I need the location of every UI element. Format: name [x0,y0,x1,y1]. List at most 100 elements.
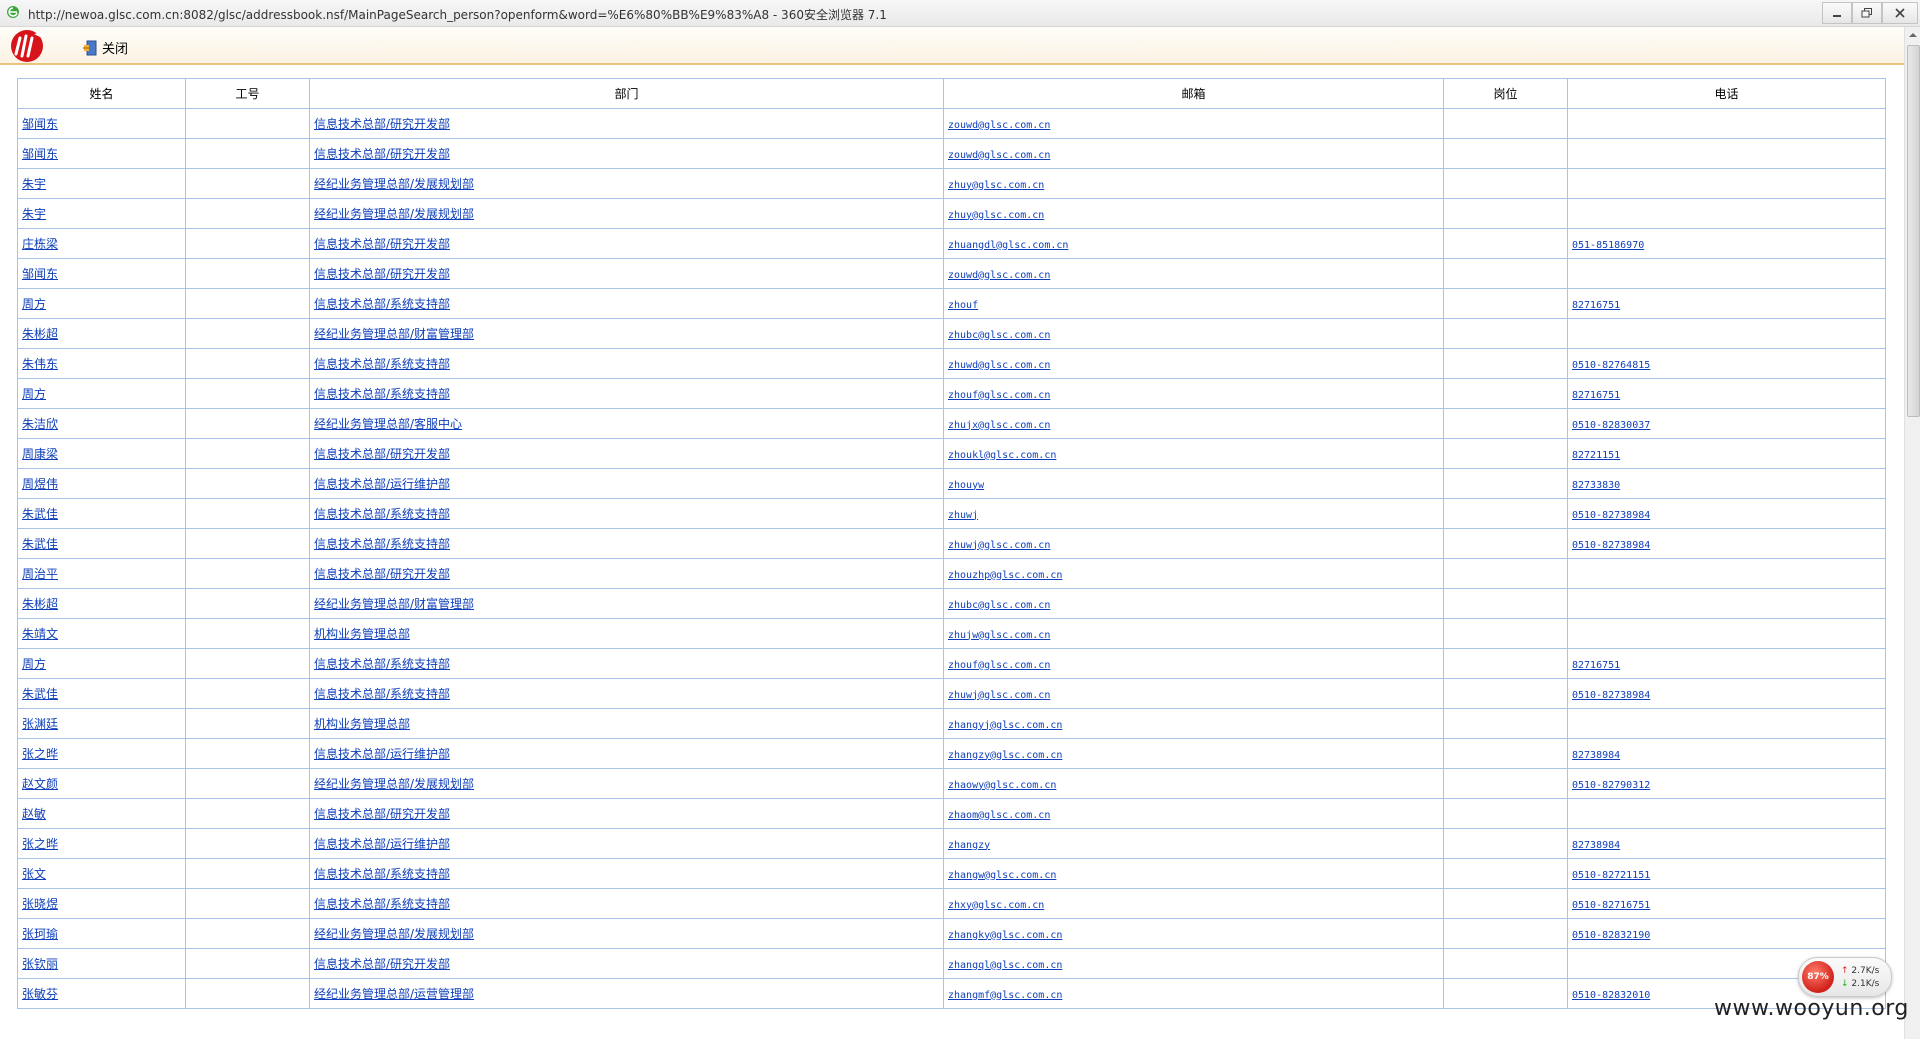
cell-name-link[interactable]: 朱彬超 [22,597,58,611]
cell-email-link[interactable]: zhuwj [948,510,978,521]
cell-email-link[interactable]: zhubc@glsc.com.cn [948,330,1050,341]
cell-phone-link[interactable]: 051-85186970 [1572,240,1644,251]
cell-department-link[interactable]: 信息技术总部/研究开发部 [314,447,450,461]
cell-email-link[interactable]: zhaom@glsc.com.cn [948,810,1050,821]
cell-email-link[interactable]: zhoukl@glsc.com.cn [948,450,1056,461]
cell-email-link[interactable]: zhouf [948,300,978,311]
cell-email-link[interactable]: zhouyw [948,480,984,491]
cell-phone-link[interactable]: 0510-82738984 [1572,510,1650,521]
cell-email-link[interactable]: zhuwj@glsc.com.cn [948,540,1050,551]
cell-email-link[interactable]: zhaowy@glsc.com.cn [948,780,1056,791]
cell-department-link[interactable]: 信息技术总部/系统支持部 [314,357,450,371]
cell-department-link[interactable]: 信息技术总部/系统支持部 [314,687,450,701]
cell-name-link[interactable]: 周方 [22,657,46,671]
close-page-button[interactable]: 关闭 [82,38,128,57]
cell-name-link[interactable]: 张晓煜 [22,897,58,911]
cell-name-link[interactable]: 邹闻东 [22,117,58,131]
cell-name-link[interactable]: 张文 [22,867,46,881]
minimize-button[interactable] [1822,2,1852,24]
cell-phone-link[interactable]: 0510-82832190 [1572,930,1650,941]
close-window-button[interactable] [1882,2,1918,24]
cell-department-link[interactable]: 信息技术总部/研究开发部 [314,147,450,161]
cell-name-link[interactable]: 朱彬超 [22,327,58,341]
cell-name-link[interactable]: 张敏芬 [22,987,58,1001]
cell-email-link[interactable]: zouwd@glsc.com.cn [948,150,1050,161]
cell-phone-link[interactable]: 82733830 [1572,480,1620,491]
cell-phone-link[interactable]: 0510-82738984 [1572,540,1650,551]
cell-department-link[interactable]: 经纪业务管理总部/运营管理部 [314,987,474,1001]
cell-department-link[interactable]: 经纪业务管理总部/财富管理部 [314,597,474,611]
cell-name-link[interactable]: 朱靖文 [22,627,58,641]
cell-name-link[interactable]: 赵敏 [22,807,46,821]
cell-name-link[interactable]: 朱武佳 [22,537,58,551]
cell-name-link[interactable]: 周治平 [22,567,58,581]
cell-phone-link[interactable]: 0510-82832010 [1572,990,1650,1001]
cell-phone-link[interactable]: 82716751 [1572,300,1620,311]
cell-department-link[interactable]: 信息技术总部/系统支持部 [314,387,450,401]
cell-phone-link[interactable]: 82721151 [1572,450,1620,461]
cell-phone-link[interactable]: 82716751 [1572,390,1620,401]
cell-department-link[interactable]: 信息技术总部/研究开发部 [314,567,450,581]
cell-department-link[interactable]: 信息技术总部/研究开发部 [314,957,450,971]
cell-email-link[interactable]: zhuwj@glsc.com.cn [948,690,1050,701]
cell-name-link[interactable]: 朱宇 [22,207,46,221]
cell-email-link[interactable]: zhangmf@glsc.com.cn [948,990,1062,1001]
cell-department-link[interactable]: 信息技术总部/运行维护部 [314,837,450,851]
cell-department-link[interactable]: 机构业务管理总部 [314,717,410,731]
cell-name-link[interactable]: 张钦丽 [22,957,58,971]
cell-name-link[interactable]: 赵文颜 [22,777,58,791]
cell-department-link[interactable]: 经纪业务管理总部/财富管理部 [314,327,474,341]
cell-department-link[interactable]: 信息技术总部/研究开发部 [314,807,450,821]
scrollbar-thumb[interactable] [1907,45,1920,417]
cell-email-link[interactable]: zhangw@glsc.com.cn [948,870,1056,881]
cell-email-link[interactable]: zhangky@glsc.com.cn [948,930,1062,941]
cell-name-link[interactable]: 朱宇 [22,177,46,191]
cell-name-link[interactable]: 张之晔 [22,747,58,761]
cell-email-link[interactable]: zhangyj@glsc.com.cn [948,720,1062,731]
cell-phone-link[interactable]: 82738984 [1572,750,1620,761]
cell-department-link[interactable]: 经纪业务管理总部/发展规划部 [314,777,474,791]
cell-email-link[interactable]: zhujw@glsc.com.cn [948,630,1050,641]
cell-department-link[interactable]: 信息技术总部/研究开发部 [314,117,450,131]
cell-email-link[interactable]: zhuangdl@glsc.com.cn [948,240,1068,251]
cell-department-link[interactable]: 经纪业务管理总部/发展规划部 [314,927,474,941]
cell-phone-link[interactable]: 82716751 [1572,660,1620,671]
cell-email-link[interactable]: zhangzy [948,840,990,851]
cell-email-link[interactable]: zhubc@glsc.com.cn [948,600,1050,611]
cell-department-link[interactable]: 经纪业务管理总部/客服中心 [314,417,462,431]
cell-email-link[interactable]: zhuwd@glsc.com.cn [948,360,1050,371]
cell-phone-link[interactable]: 0510-82790312 [1572,780,1650,791]
cell-phone-link[interactable]: 0510-82716751 [1572,900,1650,911]
cell-name-link[interactable]: 庄栋梁 [22,237,58,251]
cell-phone-link[interactable]: 0510-82830037 [1572,420,1650,431]
cell-name-link[interactable]: 邹闻东 [22,267,58,281]
cell-email-link[interactable]: zouwd@glsc.com.cn [948,120,1050,131]
cell-department-link[interactable]: 信息技术总部/研究开发部 [314,267,450,281]
cell-department-link[interactable]: 经纪业务管理总部/发展规划部 [314,177,474,191]
cell-department-link[interactable]: 信息技术总部/系统支持部 [314,537,450,551]
vertical-scrollbar[interactable] [1904,27,1920,1039]
cell-department-link[interactable]: 信息技术总部/运行维护部 [314,747,450,761]
cell-email-link[interactable]: zhouf@glsc.com.cn [948,390,1050,401]
cell-department-link[interactable]: 机构业务管理总部 [314,627,410,641]
cell-name-link[interactable]: 朱武佳 [22,687,58,701]
restore-button[interactable] [1852,2,1882,24]
cell-name-link[interactable]: 张之晔 [22,837,58,851]
cell-email-link[interactable]: zhxy@glsc.com.cn [948,900,1044,911]
cell-name-link[interactable]: 周方 [22,297,46,311]
cell-phone-link[interactable]: 82738984 [1572,840,1620,851]
cell-name-link[interactable]: 朱武佳 [22,507,58,521]
cell-email-link[interactable]: zhangzy@glsc.com.cn [948,750,1062,761]
cell-name-link[interactable]: 张渊廷 [22,717,58,731]
cell-name-link[interactable]: 周方 [22,387,46,401]
cell-email-link[interactable]: zhouf@glsc.com.cn [948,660,1050,671]
cell-name-link[interactable]: 朱伟东 [22,357,58,371]
cell-department-link[interactable]: 信息技术总部/系统支持部 [314,657,450,671]
cell-department-link[interactable]: 经纪业务管理总部/发展规划部 [314,207,474,221]
cell-email-link[interactable]: zhujx@glsc.com.cn [948,420,1050,431]
cell-phone-link[interactable]: 0510-82721151 [1572,870,1650,881]
cell-department-link[interactable]: 信息技术总部/系统支持部 [314,867,450,881]
cell-email-link[interactable]: zhuy@glsc.com.cn [948,210,1044,221]
cell-department-link[interactable]: 信息技术总部/系统支持部 [314,897,450,911]
network-speed-widget[interactable]: 87% ↑ 2.7K/s ↓ 2.1K/s [1798,957,1892,997]
